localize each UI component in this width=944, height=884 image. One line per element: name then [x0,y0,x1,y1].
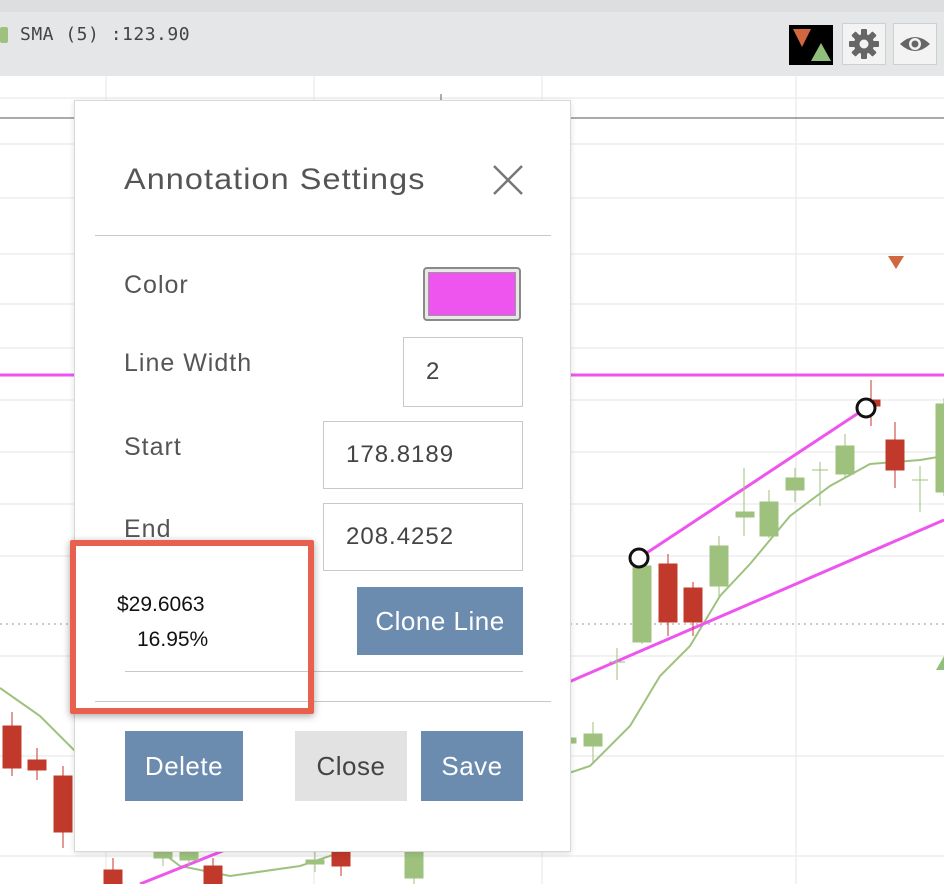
chart-toolbar: SMA (5) :123.90 [0,0,944,76]
candle [683,582,703,636]
sma-color-swatch [0,27,8,43]
trend-line-start-handle[interactable] [628,547,650,569]
line-width-input[interactable] [403,337,523,407]
end-price-input[interactable] [323,503,523,571]
color-label: Color [124,271,189,299]
candle [835,434,855,478]
candle [103,858,123,884]
trend-line-upper[interactable] [638,406,867,560]
candle [632,558,652,644]
line-width-label: Line Width [124,349,253,377]
gear-icon [849,29,879,59]
color-swatch [428,272,516,316]
candle [709,536,729,596]
highlight-callout-box [70,540,314,714]
sell-marker-icon [888,256,904,269]
candle [785,468,805,502]
candle [203,858,223,884]
close-dialog-button[interactable] [491,163,525,197]
settings-button[interactable] [842,23,886,65]
candle [305,852,325,872]
start-price-input[interactable] [323,421,523,489]
markers-icon [793,29,831,61]
delete-button[interactable]: Delete [125,731,243,801]
annotation-settings-dialog: Annotation Settings Color Line Width Sta… [74,100,571,852]
eye-icon [900,37,930,51]
title-divider [95,235,551,236]
close-icon [493,165,523,195]
toolbar-top-strip [0,0,944,12]
dialog-title: Annotation Settings [124,163,426,196]
candle [885,422,905,488]
trend-line-end-handle[interactable] [855,397,877,419]
candle [912,466,928,512]
start-label: Start [124,433,182,461]
visibility-button[interactable] [893,23,937,65]
candle [2,712,22,776]
markers-toggle-button[interactable] [789,25,833,65]
close-button[interactable]: Close [295,731,407,801]
candle [812,462,828,506]
sma-indicator-label: SMA (5) :123.90 [20,24,191,45]
clone-line-button[interactable]: Clone Line [357,587,523,655]
candle [53,766,73,848]
buy-marker-icon [936,656,944,670]
candle [735,468,755,536]
candle [27,748,47,780]
candle [935,398,944,496]
save-button[interactable]: Save [421,731,523,801]
candle [759,490,779,538]
color-picker-button[interactable] [423,267,521,321]
